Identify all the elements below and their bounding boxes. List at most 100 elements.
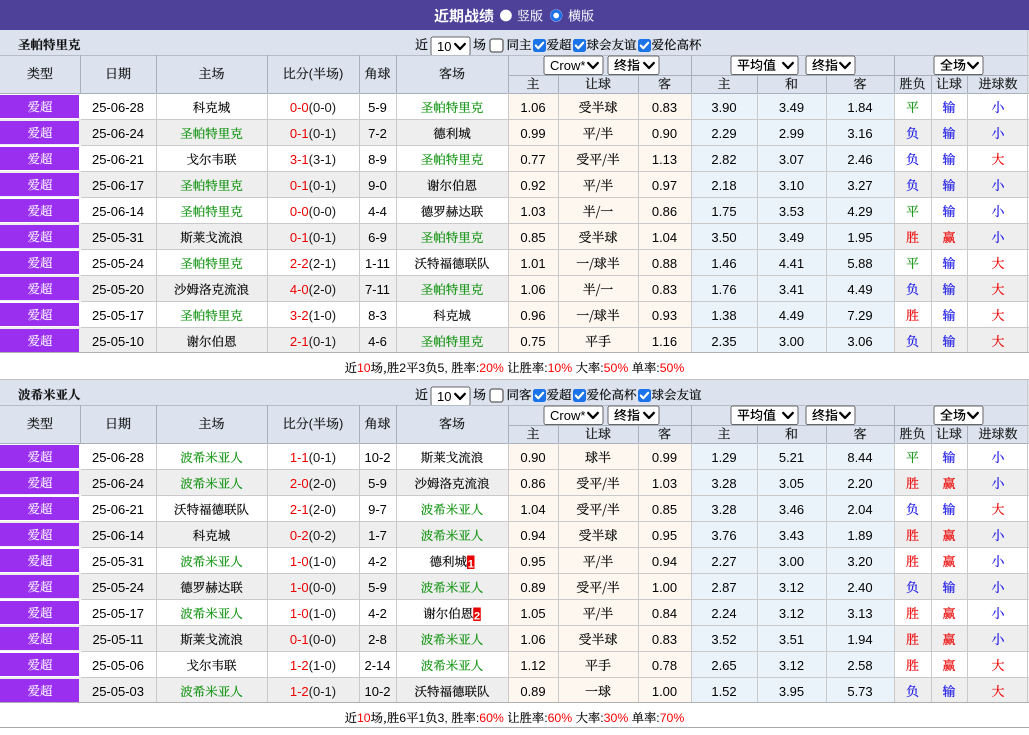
svg-text:0.83: 0.83: [652, 632, 677, 647]
svg-text:30%: 30%: [604, 711, 629, 725]
svg-text:0.97: 0.97: [652, 178, 677, 193]
svg-text:2-1: 2-1: [290, 502, 309, 517]
svg-text:(0-0): (0-0): [309, 632, 336, 647]
svg-text:4-6: 4-6: [368, 334, 387, 349]
svg-text:0-0: 0-0: [290, 204, 309, 219]
svg-text:3.06: 3.06: [847, 334, 872, 349]
svg-text:1.29: 1.29: [711, 450, 736, 465]
svg-text:(: (: [309, 66, 314, 81]
svg-text:4-2: 4-2: [368, 606, 387, 621]
svg-text:(0-1): (0-1): [309, 684, 336, 699]
svg-text:0-2: 0-2: [290, 528, 309, 543]
svg-text:2.24: 2.24: [711, 606, 736, 621]
svg-text:0.95: 0.95: [652, 528, 677, 543]
svg-text:(0-1): (0-1): [309, 178, 336, 193]
svg-text:0.96: 0.96: [520, 308, 545, 323]
svg-text:3.10: 3.10: [779, 178, 804, 193]
svg-text:3.90: 3.90: [711, 100, 736, 115]
svg-text:25-05-10: 25-05-10: [92, 334, 144, 349]
svg-text:25-06-24: 25-06-24: [92, 476, 144, 491]
svg-text:1.01: 1.01: [520, 256, 545, 271]
svg-text:(1-0): (1-0): [309, 554, 336, 569]
svg-text:25-06-14: 25-06-14: [92, 204, 144, 219]
svg-text:25-06-24: 25-06-24: [92, 126, 144, 141]
svg-text:1.95: 1.95: [847, 230, 872, 245]
svg-text:3.00: 3.00: [779, 334, 804, 349]
svg-text:): ): [339, 66, 343, 81]
svg-text:2-0: 2-0: [290, 476, 309, 491]
svg-text:25-06-28: 25-06-28: [92, 450, 144, 465]
svg-text:0.95: 0.95: [520, 554, 545, 569]
svg-text:10-2: 10-2: [364, 450, 390, 465]
svg-text:60%: 60%: [479, 711, 504, 725]
svg-text:0.90: 0.90: [652, 126, 677, 141]
svg-text:3.46: 3.46: [779, 502, 804, 517]
svg-text:1.00: 1.00: [652, 580, 677, 595]
svg-text:2-1: 2-1: [290, 334, 309, 349]
svg-text:): ): [339, 416, 343, 431]
svg-text:0.83: 0.83: [652, 282, 677, 297]
svg-text:25-06-17: 25-06-17: [92, 178, 144, 193]
svg-text:(0-0): (0-0): [309, 580, 336, 595]
svg-text:1.06: 1.06: [520, 100, 545, 115]
svg-text:3.50: 3.50: [711, 230, 736, 245]
svg-text:0.99: 0.99: [652, 450, 677, 465]
svg-text:4-4: 4-4: [368, 204, 387, 219]
svg-text:1: 1: [418, 711, 425, 725]
svg-text:3.76: 3.76: [711, 528, 736, 543]
svg-text:25-05-31: 25-05-31: [92, 230, 144, 245]
svg-text:1.06: 1.06: [520, 282, 545, 297]
svg-text:10: 10: [357, 711, 371, 725]
svg-text:1.03: 1.03: [520, 204, 545, 219]
svg-text:3.49: 3.49: [779, 100, 804, 115]
svg-text:2: 2: [399, 361, 406, 375]
svg-text:25-05-06: 25-05-06: [92, 658, 144, 673]
svg-text:8.44: 8.44: [847, 450, 872, 465]
svg-text:3.95: 3.95: [779, 684, 804, 699]
svg-text:(2-0): (2-0): [309, 476, 336, 491]
svg-text:25-05-24: 25-05-24: [92, 256, 144, 271]
svg-text:1-0: 1-0: [290, 606, 309, 621]
svg-text:0.85: 0.85: [520, 230, 545, 245]
svg-text:6: 6: [399, 711, 406, 725]
svg-text:25-06-14: 25-06-14: [92, 528, 144, 543]
svg-text:2-14: 2-14: [364, 658, 390, 673]
svg-text:0.89: 0.89: [520, 684, 545, 699]
svg-text:(0-2): (0-2): [309, 528, 336, 543]
svg-text:5.73: 5.73: [847, 684, 872, 699]
svg-text:1.00: 1.00: [652, 684, 677, 699]
svg-text:3.12: 3.12: [779, 606, 804, 621]
svg-text:3.13: 3.13: [847, 606, 872, 621]
svg-text:1-0: 1-0: [290, 554, 309, 569]
svg-text:2: 2: [474, 611, 480, 623]
svg-text:3.53: 3.53: [779, 204, 804, 219]
svg-text:Crow*: Crow*: [550, 58, 585, 73]
svg-text:1.06: 1.06: [520, 632, 545, 647]
svg-text:3.27: 3.27: [847, 178, 872, 193]
svg-text:3,: 3,: [438, 711, 448, 725]
svg-text:3.12: 3.12: [779, 580, 804, 595]
svg-text:8-9: 8-9: [368, 152, 387, 167]
svg-text:3.51: 3.51: [779, 632, 804, 647]
svg-text:10-2: 10-2: [364, 684, 390, 699]
svg-text:1.52: 1.52: [711, 684, 736, 699]
svg-text:7-11: 7-11: [365, 282, 390, 297]
svg-text:25-06-21: 25-06-21: [92, 152, 144, 167]
svg-text:0.84: 0.84: [652, 606, 677, 621]
svg-text:0.86: 0.86: [520, 476, 545, 491]
svg-text:25-06-21: 25-06-21: [92, 502, 144, 517]
svg-text:9-0: 9-0: [368, 178, 387, 193]
svg-text:7-2: 7-2: [368, 126, 387, 141]
svg-text:70%: 70%: [660, 711, 685, 725]
svg-text:0-0: 0-0: [290, 100, 309, 115]
svg-text:0-1: 0-1: [290, 126, 309, 141]
svg-text:10: 10: [437, 39, 451, 54]
svg-text:25-05-17: 25-05-17: [92, 606, 144, 621]
svg-text:5.88: 5.88: [847, 256, 872, 271]
svg-text:0.85: 0.85: [652, 502, 677, 517]
svg-text:9-7: 9-7: [368, 502, 387, 517]
svg-text:(0-1): (0-1): [309, 126, 336, 141]
svg-text:(0-1): (0-1): [309, 230, 336, 245]
svg-text:2.40: 2.40: [847, 580, 872, 595]
svg-text:2-2: 2-2: [290, 256, 309, 271]
